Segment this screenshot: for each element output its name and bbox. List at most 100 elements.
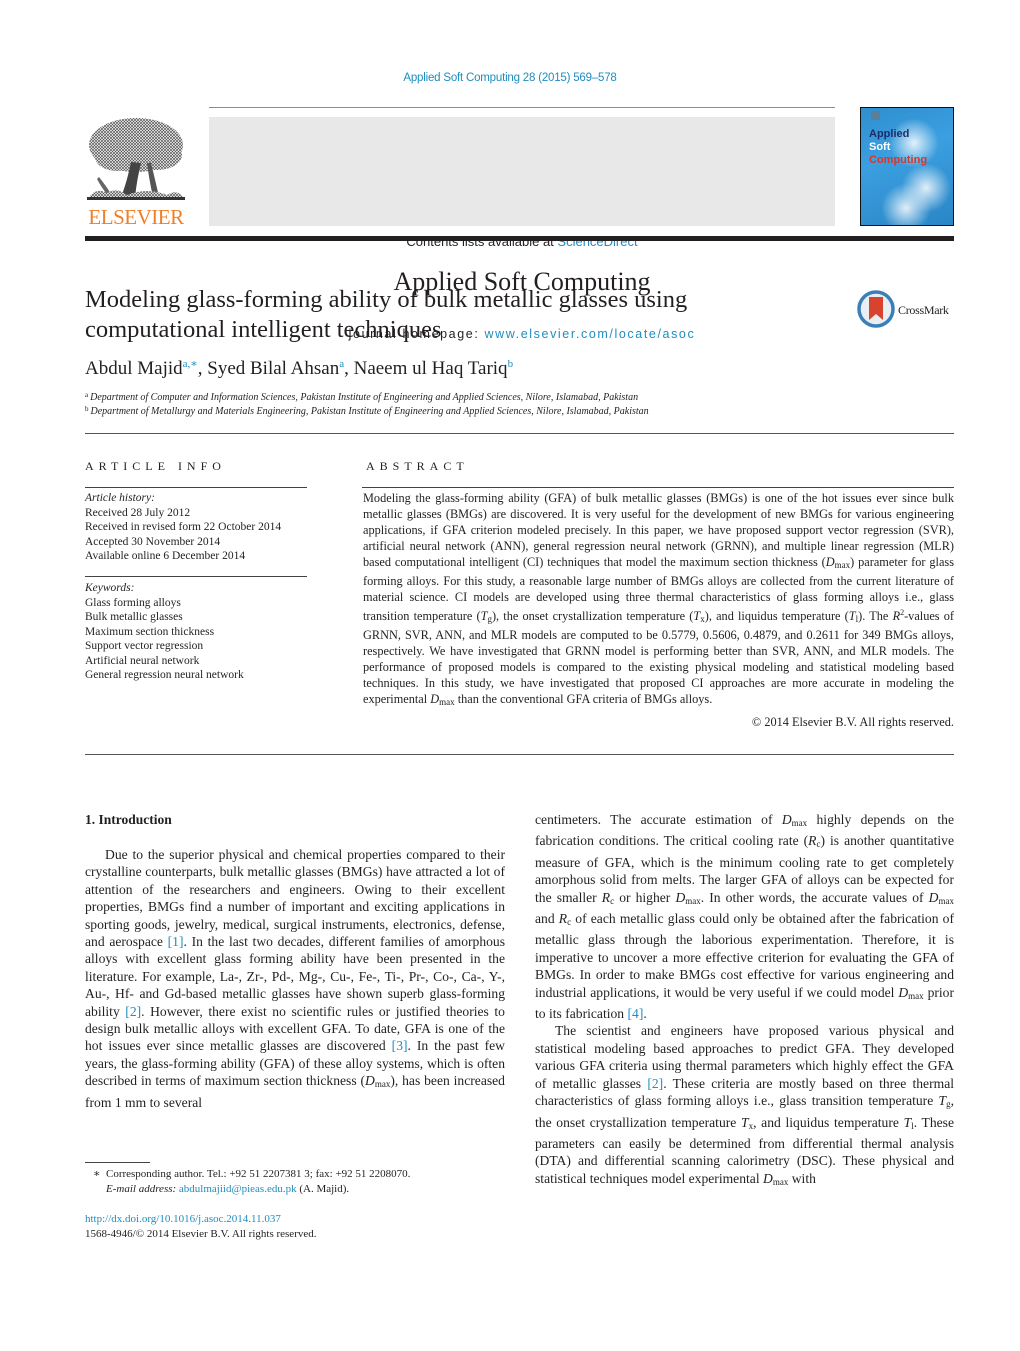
crossmark-label: CrossMark bbox=[898, 303, 949, 317]
history-item: Received 28 July 2012 bbox=[85, 506, 191, 519]
keywords-list: Keywords: Glass forming alloys Bulk meta… bbox=[85, 581, 244, 683]
keyword-item: General regression neural network bbox=[85, 669, 244, 681]
journal-banner: Contents lists available at ScienceDirec… bbox=[209, 117, 835, 341]
history-item: Available online 6 December 2014 bbox=[85, 550, 246, 562]
reference-link[interactable]: [2] bbox=[125, 1004, 141, 1019]
article-history: Article history: Received 28 July 2012 R… bbox=[85, 491, 281, 564]
text-span: with bbox=[788, 1170, 816, 1186]
abstract-span: than the conventional GFA criteria of BM… bbox=[454, 692, 713, 707]
doi-block: http://dx.doi.org/10.1016/j.asoc.2014.11… bbox=[85, 1212, 317, 1241]
reference-link[interactable]: [3] bbox=[392, 1038, 408, 1053]
header-thick-rule bbox=[85, 236, 954, 241]
cover-title-line-1: Applied bbox=[869, 128, 910, 140]
introduction-heading: 1. Introduction bbox=[85, 812, 172, 827]
subscript: max bbox=[938, 895, 955, 906]
cover-decoration bbox=[881, 183, 931, 225]
footnote-rule bbox=[85, 1162, 150, 1163]
cover-title-line-2: Soft bbox=[869, 141, 891, 153]
subscript: max bbox=[374, 1079, 391, 1090]
text-span: and bbox=[535, 911, 559, 927]
cover-title-line-3: Computing bbox=[869, 154, 928, 166]
affiliation-text: Department of Computer and Information S… bbox=[90, 392, 639, 403]
elsevier-wordmark: ELSEVIER bbox=[88, 205, 184, 229]
author-separator: , bbox=[197, 358, 208, 379]
keyword-item: Maximum section thickness bbox=[85, 625, 215, 638]
paragraph: The scientist and engineers have propose… bbox=[535, 1022, 954, 1191]
symbol: D bbox=[430, 692, 440, 707]
paragraph: Due to the superior physical and chemica… bbox=[85, 846, 505, 1111]
body-column-left: Due to the superior physical and chemica… bbox=[85, 846, 505, 1111]
author-affiliation-mark[interactable]: a,∗ bbox=[183, 358, 198, 370]
abstract-rule bbox=[362, 487, 954, 488]
history-item: Received in revised form 22 October 2014 bbox=[85, 521, 282, 533]
abstract-text: Modeling the glass-forming ability (GFA)… bbox=[363, 490, 954, 710]
subscript: max bbox=[772, 1176, 789, 1187]
affiliation-text: Department of Metallurgy and Materials E… bbox=[90, 406, 649, 417]
abstract-copyright: © 2014 Elsevier B.V. All rights reserved… bbox=[751, 715, 954, 729]
footnote-star: ∗ bbox=[93, 1168, 101, 1180]
subscript: max bbox=[834, 560, 851, 570]
header-rule bbox=[209, 107, 835, 108]
author-affiliation-mark[interactable]: b bbox=[508, 358, 514, 370]
symbol: T bbox=[848, 609, 856, 624]
reference-link[interactable]: [4] bbox=[628, 1006, 644, 1021]
symbol: R bbox=[892, 609, 901, 624]
symbol: T bbox=[741, 1114, 749, 1130]
article-info-heading: ARTICLE INFO bbox=[85, 459, 226, 473]
elsevier-tree-icon bbox=[87, 118, 185, 200]
article-info-rule bbox=[85, 487, 307, 488]
symbol: D bbox=[781, 812, 792, 827]
footnote-corresponding: Corresponding author. Tel.: +92 51 22073… bbox=[105, 1168, 411, 1180]
issn-copyright: 1568-4946/© 2014 Elsevier B.V. All right… bbox=[85, 1227, 317, 1240]
symbol: D bbox=[763, 1170, 773, 1186]
footnote-line: E-mail address: abdulmajiid@pieas.edu.pk… bbox=[93, 1182, 410, 1197]
body-column-right: centimeters. The accurate estimation of … bbox=[535, 811, 954, 1191]
affiliation: b Department of Metallurgy and Materials … bbox=[85, 405, 649, 417]
symbol: R bbox=[601, 889, 611, 905]
crossmark-badge[interactable]: CrossMark bbox=[857, 290, 957, 330]
email-link[interactable]: abdulmajiid@pieas.edu.pk bbox=[179, 1183, 297, 1195]
reference-link[interactable]: [1] bbox=[168, 934, 184, 949]
subscript: max bbox=[908, 990, 924, 1001]
doi-link[interactable]: http://dx.doi.org/10.1016/j.asoc.2014.11… bbox=[85, 1213, 281, 1225]
abstract-heading: ABSTRACT bbox=[366, 459, 469, 473]
symbol: D bbox=[825, 555, 835, 569]
symbol: D bbox=[675, 889, 686, 905]
paragraph: centimeters. The accurate estimation of … bbox=[535, 811, 954, 1022]
subscript: max bbox=[791, 818, 808, 828]
journal-citation-link[interactable]: Applied Soft Computing 28 (2015) 569–578 bbox=[0, 72, 1020, 84]
keyword-item: Bulk metallic glasses bbox=[85, 611, 183, 623]
article-title: Modeling glass-forming ability of bulk m… bbox=[85, 286, 688, 343]
journal-cover-thumbnail[interactable]: Applied Soft Computing bbox=[860, 107, 954, 226]
text-span: or higher bbox=[614, 889, 676, 905]
author-name[interactable]: Abdul Majid bbox=[85, 358, 183, 379]
keyword-item: Glass forming alloys bbox=[85, 596, 181, 609]
affiliation: a Department of Computer and Information … bbox=[85, 391, 638, 403]
reference-link[interactable]: [2] bbox=[647, 1076, 663, 1091]
author-list: Abdul Majida,∗, Syed Bilal Ahsana, Naeem… bbox=[85, 357, 513, 380]
text-span: centimeters. The accurate estimation of bbox=[535, 812, 782, 827]
subscript: max bbox=[439, 697, 455, 708]
abstract-span: ). The bbox=[858, 609, 893, 624]
symbol: T bbox=[938, 1093, 947, 1109]
article-history-heading: Article history: bbox=[85, 492, 155, 504]
symbol: R bbox=[558, 911, 568, 927]
elsevier-logo[interactable]: ELSEVIER bbox=[85, 117, 187, 229]
keywords-rule bbox=[85, 576, 307, 577]
symbol: D bbox=[928, 889, 939, 905]
author-separator: , bbox=[344, 358, 354, 379]
text-span: , and liquidus temperature bbox=[753, 1114, 904, 1130]
author-name[interactable]: Naeem ul Haq Tariq bbox=[354, 358, 508, 379]
history-item: Accepted 30 November 2014 bbox=[85, 535, 221, 548]
affiliation-mark: a bbox=[85, 391, 89, 399]
email-suffix: (A. Majid). bbox=[296, 1182, 350, 1195]
cover-elsevier-icon bbox=[871, 111, 880, 120]
author-name[interactable]: Syed Bilal Ahsan bbox=[207, 358, 339, 379]
footnote-line: ∗ Corresponding author. Tel.: +92 51 220… bbox=[93, 1167, 410, 1182]
text-span: . bbox=[643, 1006, 647, 1022]
keyword-item: Artificial neural network bbox=[85, 654, 200, 667]
abstract-span: ), the onset crystallization temperature… bbox=[491, 609, 694, 624]
abstract-span: ), and liquidus temperature ( bbox=[704, 609, 849, 624]
text-span: of each metallic glass could only be obt… bbox=[535, 911, 954, 1000]
section-divider bbox=[85, 433, 954, 434]
